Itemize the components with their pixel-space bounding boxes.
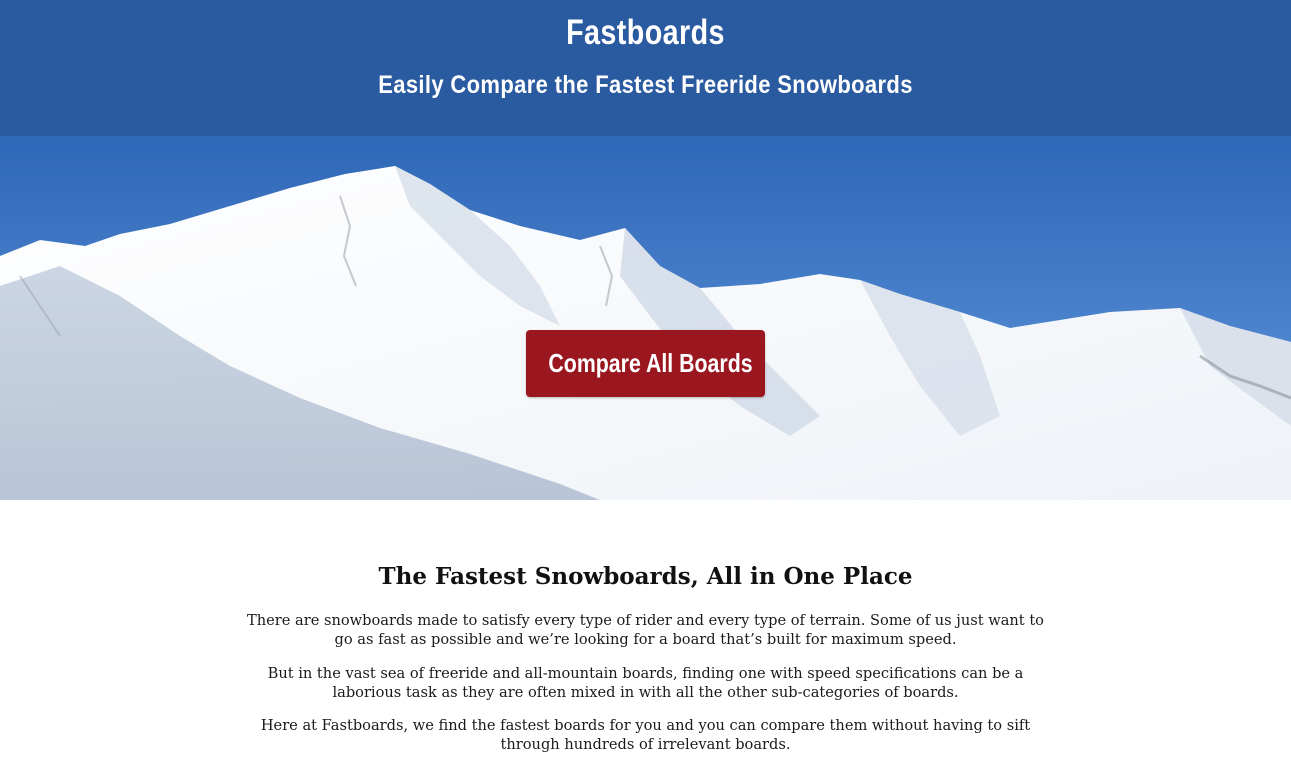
hero-banner: Compare All Boards [0,136,1291,500]
intro-paragraph-1: There are snowboards made to satisfy eve… [247,612,1044,648]
compare-all-boards-label: Compare All Boards [548,348,753,378]
intro-paragraph-3: Here at Fastboards, we find the fastest … [260,717,1031,753]
site-header: Fastboards Easily Compare the Fastest Fr… [0,0,1291,136]
intro-paragraph-2: But in the vast sea of freeride and all-… [267,665,1024,701]
section-heading: The Fastest Snowboards, All in One Place [378,563,913,590]
mountain-hero-image [0,136,1291,500]
site-title[interactable]: Fastboards [116,10,1175,56]
intro-section: The Fastest Snowboards, All in One Place… [0,500,1291,776]
site-tagline: Easily Compare the Fastest Freeride Snow… [378,71,913,99]
compare-all-boards-button[interactable]: Compare All Boards [526,330,765,397]
